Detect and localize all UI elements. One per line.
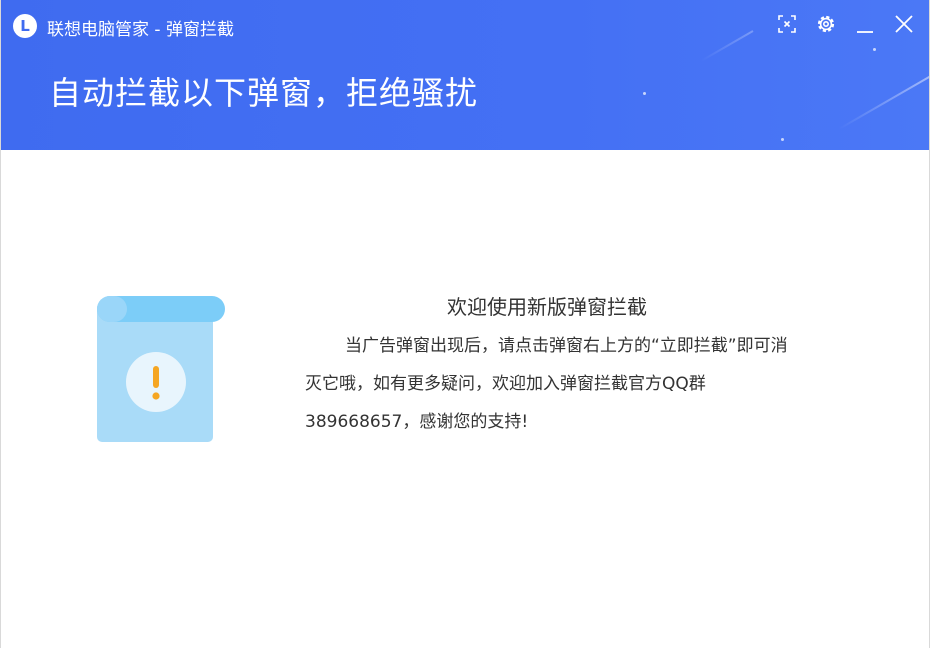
close-icon [895,15,913,33]
minimize-icon [857,31,873,33]
settings-button[interactable] [814,12,838,36]
window-title: 联想电脑管家 - 弹窗拦截 [47,20,234,40]
header-banner: L 联想电脑管家 - 弹窗拦截 自动拦截以下弹窗，拒绝骚扰 [1,0,929,150]
header-headline: 自动拦截以下弹窗，拒绝骚扰 [49,74,479,112]
app-logo: L [13,14,37,38]
screenshot-button[interactable] [775,12,799,36]
screenshot-icon [778,15,796,33]
message-title: 欢迎使用新版弹窗拦截 [447,295,647,319]
title-bar[interactable]: L 联想电脑管家 - 弹窗拦截 [1,0,929,52]
decorative-streak [838,68,929,130]
warning-scroll-icon [95,294,227,444]
message-body: 当广告弹窗出现后，请点击弹窗右上方的“立即拦截”即可消灭它哦，如有更多疑问，欢迎… [305,336,788,432]
gear-icon [817,15,835,33]
popup-blocker-window: L 联想电脑管家 - 弹窗拦截 自动拦截以下弹窗，拒绝骚扰 欢迎使用新版弹窗拦截… [0,0,930,648]
minimize-button[interactable] [853,12,877,36]
close-button[interactable] [892,12,916,36]
main-content: 欢迎使用新版弹窗拦截 当广告弹窗出现后，请点击弹窗右上方的“立即拦截”即可消灭它… [1,150,929,648]
decorative-dot [781,138,784,141]
decorative-dot [643,92,646,95]
